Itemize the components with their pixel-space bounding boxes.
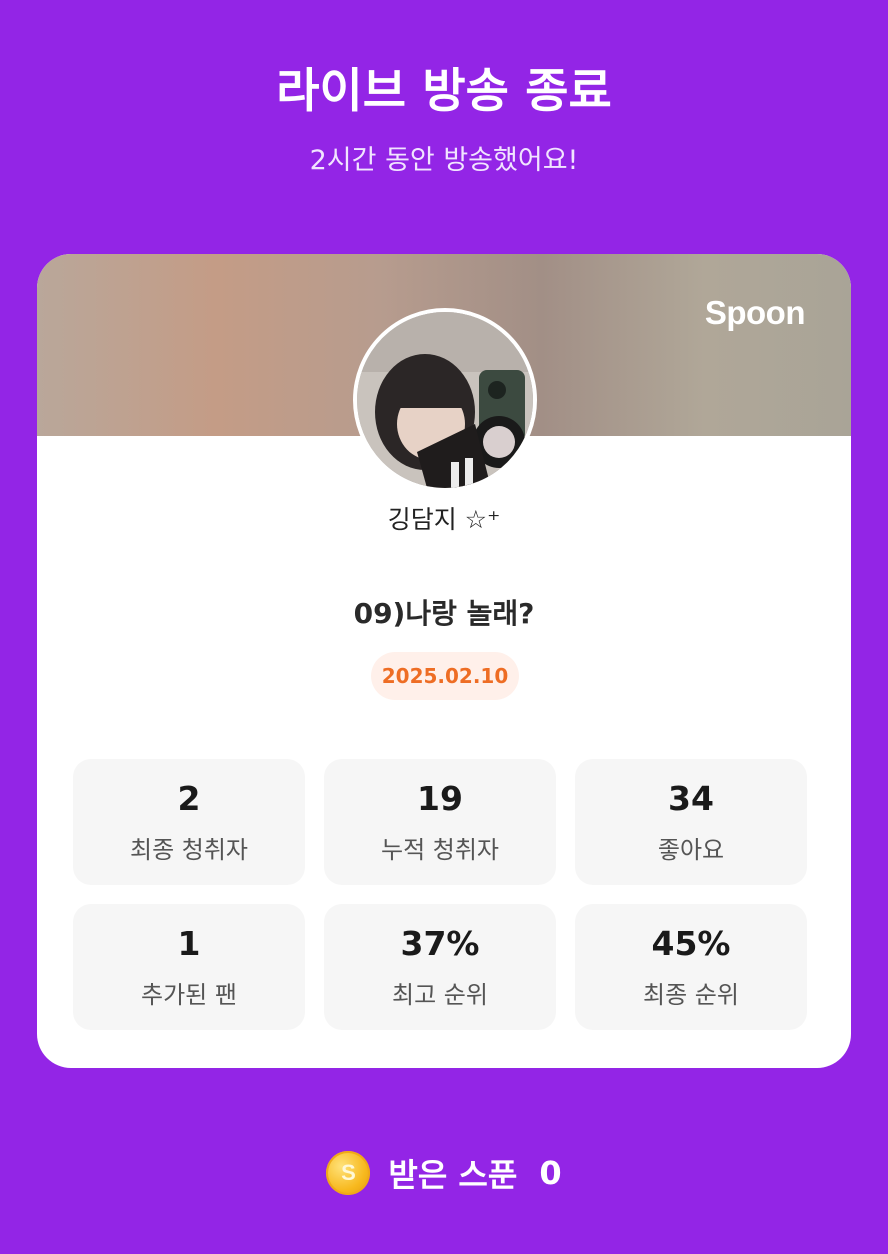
live-title: 09)나랑 놀래?: [353, 597, 535, 630]
avatar-photo: [357, 312, 533, 488]
stat-final-listeners: 2 최종 청취자: [73, 759, 305, 885]
live-summary-card: Spoon 깅담지 ☆⁺ 09)나랑 놀래? 2025.02.10 2 최종 청…: [37, 254, 851, 1068]
stat-label: 최고 순위: [392, 980, 488, 1009]
spoon-coin-icon: S: [326, 1151, 371, 1195]
stat-value: 34: [668, 778, 714, 818]
broadcast-date-badge: 2025.02.10: [371, 652, 519, 700]
stat-total-listeners: 19 누적 청취자: [324, 759, 556, 885]
stat-likes: 34 좋아요: [575, 759, 807, 885]
stat-value: 1: [177, 923, 201, 963]
stat-value: 37%: [400, 923, 480, 963]
received-spoons-label: 받은 스푼: [388, 1156, 518, 1194]
received-spoons-count: 0: [539, 1154, 562, 1192]
broadcast-duration-text: 2시간 동안 방송했어요!: [309, 145, 579, 176]
stat-label: 추가된 팬: [141, 980, 237, 1009]
dj-nickname: 깅담지 ☆⁺: [387, 505, 501, 534]
stat-label: 좋아요: [657, 835, 725, 864]
received-spoons: S 받은 스푼 0: [0, 1150, 888, 1196]
avatar[interactable]: [353, 308, 537, 492]
stats-grid: 2 최종 청취자 19 누적 청취자 34 좋아요 1 추가된 팬 37% 최고…: [73, 759, 807, 1030]
stat-added-fans: 1 추가된 팬: [73, 904, 305, 1030]
page-title: 라이브 방송 종료: [276, 64, 612, 119]
stat-label: 누적 청취자: [380, 835, 500, 864]
stat-value: 2: [177, 778, 201, 818]
stat-label: 최종 청취자: [129, 835, 249, 864]
stat-value: 45%: [651, 923, 731, 963]
stat-value: 19: [417, 778, 463, 818]
stat-label: 최종 순위: [643, 980, 739, 1009]
spoon-logo: Spoon: [704, 294, 806, 331]
stat-best-rank: 37% 최고 순위: [324, 904, 556, 1030]
stat-final-rank: 45% 최종 순위: [575, 904, 807, 1030]
